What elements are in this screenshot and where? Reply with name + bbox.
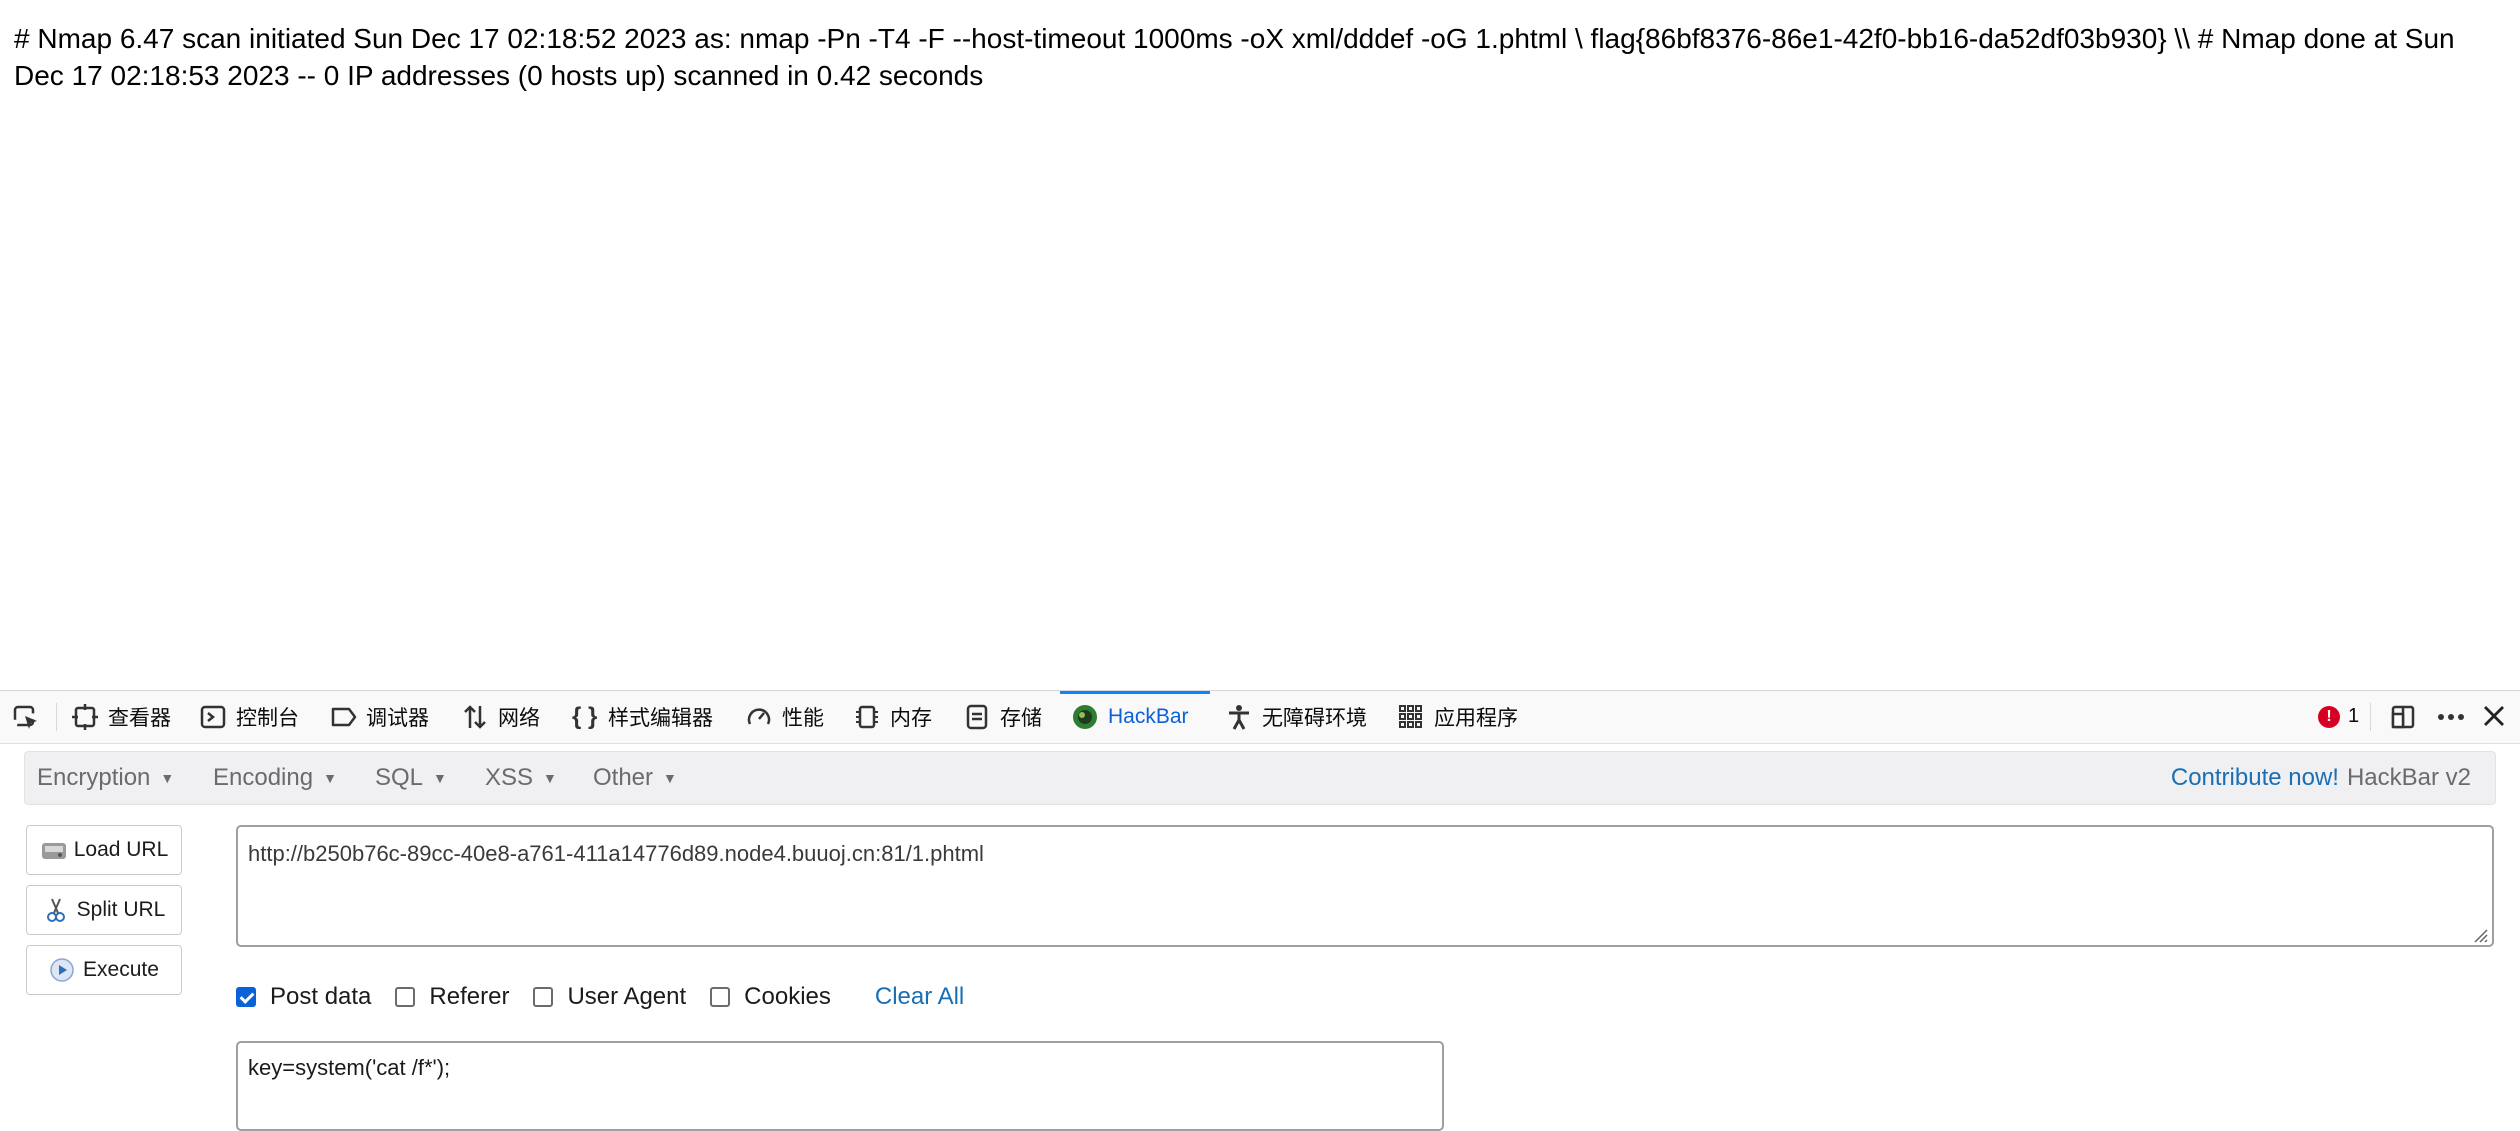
error-icon: ! [2318, 705, 2340, 728]
caret-down-icon: ▼ [543, 770, 557, 786]
tab-console[interactable]: 控制台 [200, 691, 299, 743]
tab-accessibility[interactable]: 无障碍环境 [1226, 691, 1367, 743]
post-data-option[interactable]: Post data [236, 983, 371, 1011]
caret-down-icon: ▼ [160, 770, 175, 786]
tab-label: 控制台 [236, 707, 299, 730]
referer-option[interactable]: Referer [395, 983, 509, 1011]
dock-toggle-button[interactable] [2390, 691, 2426, 743]
page-content: # Nmap 6.47 scan initiated Sun Dec 17 02… [0, 0, 2520, 690]
console-icon [200, 704, 226, 730]
clear-all-link[interactable]: Clear All [875, 983, 964, 1011]
menu-encoding[interactable]: Encoding ▼ [213, 752, 337, 804]
style-editor-icon: { } [572, 703, 598, 730]
menu-label: Other [593, 764, 654, 791]
tab-style-editor[interactable]: { } 样式编辑器 [572, 691, 713, 743]
execute-button[interactable]: Execute [26, 945, 182, 995]
url-value: http://b250b76c-89cc-40e8-a761-411a14776… [248, 841, 984, 866]
hackbar-version: HackBar v2 [2346, 764, 2471, 791]
button-label: Load URL [73, 838, 169, 861]
menu-label: XSS [485, 764, 534, 791]
cookies-checkbox[interactable] [710, 987, 731, 1007]
load-url-button[interactable]: Load URL [26, 825, 182, 875]
tabbar-divider [56, 703, 57, 731]
url-input[interactable]: http://b250b76c-89cc-40e8-a761-411a14776… [236, 825, 2494, 947]
tab-hackbar[interactable]: HackBar [1072, 691, 1189, 743]
tab-storage[interactable]: 存储 [964, 691, 1042, 743]
tab-label: 无障碍环境 [1262, 707, 1367, 730]
more-options-button[interactable] [2436, 691, 2472, 743]
cookies-option[interactable]: Cookies [710, 983, 831, 1011]
menu-encryption[interactable]: Encryption ▼ [37, 752, 174, 804]
devtools-panel: 查看器 控制台 调试器 网络 { } 样式编辑器 性能 内存 存储 HackBa… [0, 690, 2520, 1131]
option-label: Referer [429, 983, 510, 1010]
split-url-button[interactable]: Split URL [26, 885, 182, 935]
tab-label: 样式编辑器 [608, 707, 713, 730]
close-icon [2482, 704, 2508, 730]
button-label: Split URL [76, 898, 166, 921]
hackbar-menubar: Encryption ▼ Encoding ▼ SQL ▼ XSS ▼ Other ▼ C… [24, 751, 2496, 805]
option-label: Post data [270, 983, 372, 1010]
tab-debugger[interactable]: 调试器 [330, 691, 429, 743]
user-agent-option[interactable]: User Agent [533, 983, 686, 1011]
menu-label: SQL [375, 764, 424, 791]
tab-inspector[interactable]: 查看器 [72, 691, 171, 743]
contribute-area: Contribute now! HackBar v2 [2171, 752, 2471, 804]
tab-network[interactable]: 网络 [462, 691, 540, 743]
referer-checkbox[interactable] [395, 987, 416, 1007]
tabbar-divider [2370, 703, 2371, 731]
scissors-icon [43, 897, 69, 923]
user-agent-checkbox[interactable] [533, 987, 554, 1007]
caret-down-icon: ▼ [663, 770, 677, 786]
tab-label: HackBar [1108, 705, 1189, 728]
tab-label: 调试器 [366, 707, 429, 730]
dock-side-icon [2390, 704, 2416, 730]
memory-icon [854, 704, 880, 730]
network-icon [462, 704, 488, 730]
tab-label: 应用程序 [1434, 707, 1518, 730]
options-row: Post data Referer User Agent Cookies Cle… [236, 977, 964, 1017]
error-count: 1 [2348, 705, 2360, 727]
post-data-input[interactable]: key=system('cat /f*'); [236, 1041, 1444, 1131]
resize-grip-icon[interactable] [2470, 923, 2488, 943]
application-icon [1398, 704, 1424, 730]
caret-down-icon: ▼ [433, 770, 447, 786]
performance-icon [746, 704, 772, 730]
menu-label: Encoding [213, 764, 314, 791]
pick-element-icon [12, 704, 38, 730]
pick-element-button[interactable] [12, 691, 48, 743]
menu-xss[interactable]: XSS ▼ [485, 752, 557, 804]
menu-sql[interactable]: SQL ▼ [375, 752, 447, 804]
option-label: Cookies [744, 983, 831, 1010]
menu-other[interactable]: Other ▼ [593, 752, 677, 804]
storage-icon [964, 704, 990, 730]
post-data-checkbox[interactable] [236, 987, 256, 1007]
hackbar-icon [1072, 704, 1098, 730]
debugger-icon [330, 704, 357, 730]
contribute-link[interactable]: Contribute now! [2171, 764, 2339, 792]
button-label: Execute [83, 958, 159, 981]
nmap-output-text: # Nmap 6.47 scan initiated Sun Dec 17 02… [14, 23, 2455, 91]
tab-performance[interactable]: 性能 [746, 691, 824, 743]
play-icon [49, 957, 75, 983]
tab-label: 性能 [782, 707, 824, 730]
tab-label: 存储 [1000, 707, 1042, 730]
inspector-icon [72, 704, 98, 730]
tab-label: 查看器 [108, 707, 171, 730]
caret-down-icon: ▼ [323, 770, 337, 786]
post-data-value: key=system('cat /f*'); [248, 1055, 451, 1080]
accessibility-icon [1226, 704, 1252, 730]
tab-label: 内存 [890, 707, 932, 730]
tab-memory[interactable]: 内存 [854, 691, 932, 743]
error-count-badge[interactable]: ! 1 [2318, 705, 2359, 728]
close-devtools-button[interactable] [2482, 691, 2518, 743]
devtools-tabbar: 查看器 控制台 调试器 网络 { } 样式编辑器 性能 内存 存储 HackBa… [0, 691, 2520, 744]
load-url-icon [40, 837, 66, 863]
more-icon [2436, 704, 2464, 730]
tab-label: 网络 [498, 707, 540, 730]
tab-application[interactable]: 应用程序 [1398, 691, 1518, 743]
option-label: User Agent [567, 983, 687, 1010]
menu-label: Encryption [37, 764, 151, 791]
